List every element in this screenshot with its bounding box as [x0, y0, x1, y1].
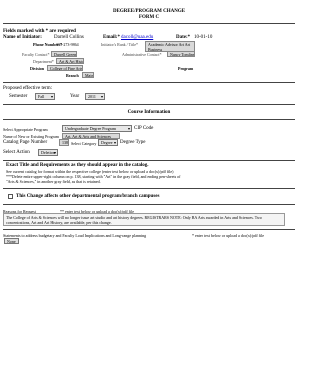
catalog-page-label: Catalog Page Number	[3, 140, 48, 145]
branch-label: Branch	[66, 73, 79, 78]
email-value[interactable]: dacoll@uaa.edu	[121, 35, 153, 40]
exact-title-text-2: "Arts & Sciences," in another gray field…	[6, 179, 101, 184]
faculty-contact-field[interactable]: Darrell Greene	[51, 51, 77, 57]
date-value: 10-01-10	[194, 35, 213, 40]
statements-note: * enter text below or upload a doc(x)/pd…	[192, 233, 264, 238]
course-section-title: Course Information	[127, 110, 171, 115]
division-label: Division	[30, 66, 45, 71]
department-label: Department*	[33, 59, 54, 64]
divider-5	[3, 188, 295, 189]
divider-2	[3, 104, 295, 105]
action-label: Select Action	[3, 150, 30, 155]
cip-code-label: CIP Code	[134, 126, 154, 131]
reason-textarea[interactable]: The College of Arts & Sciences will no l…	[3, 213, 285, 226]
appropriate-program-label: Select Appropriate Program	[3, 127, 48, 132]
initiator-value: Darrell Collins	[54, 35, 84, 40]
faculty-contact-label: Faculty Contact*	[22, 52, 50, 57]
exact-title-heading: Exact Title and Requirements as they sho…	[6, 163, 149, 168]
program-label: Program	[178, 66, 194, 71]
semester-select[interactable]: Fall	[35, 93, 55, 100]
appropriate-program-select[interactable]: Undergraduate Degree Program	[62, 125, 132, 132]
department-field[interactable]: Art & Art History	[56, 58, 84, 64]
form-title: DEGREE/PROGRAM CHANGE	[112, 9, 186, 14]
semester-label: Semester	[9, 94, 28, 99]
required-note: Fields marked with * are required	[3, 29, 76, 34]
divider-6	[3, 204, 295, 205]
admin-contact-field[interactable]: Nancy Tomlins	[167, 51, 195, 57]
existing-program-label: Name of New or Existing Program	[3, 134, 59, 139]
admin-contact-label: Administrative Contact*	[122, 52, 162, 57]
statements-field[interactable]: None	[4, 238, 19, 244]
divider-1	[3, 82, 295, 83]
header-divider	[3, 23, 295, 24]
branch-field[interactable]: Main	[82, 72, 94, 78]
division-field[interactable]: College of Fine Arts	[47, 65, 83, 71]
divider-3	[3, 119, 295, 120]
effective-term-label: Proposed effective term:	[3, 86, 53, 91]
divider-4	[3, 160, 295, 161]
senate-label: Initiator's Rank / Title*	[101, 42, 139, 47]
other-depts-label: This Change affects other departmental p…	[16, 194, 160, 199]
year-select[interactable]: 2011	[85, 93, 105, 100]
action-select[interactable]: Deletion	[38, 149, 58, 156]
statements-label: Statements to address budgetary and Facu…	[3, 233, 147, 238]
form-subtitle: FORM C	[138, 15, 160, 20]
year-label: Year	[70, 94, 80, 99]
other-depts-checkbox[interactable]	[8, 194, 13, 199]
degree-type-label: Degree Type	[120, 140, 146, 145]
category-label: Select Category	[71, 141, 97, 146]
divider-7	[3, 229, 295, 230]
initiator-label: Name of Initiator:	[3, 35, 42, 40]
phone-value: 305-273-9864	[56, 42, 79, 47]
category-select[interactable]: Degree	[98, 139, 118, 146]
email-label: Email:*	[103, 35, 120, 40]
catalog-page-field[interactable]: 138	[59, 139, 69, 146]
date-label: Date:*	[176, 35, 191, 40]
